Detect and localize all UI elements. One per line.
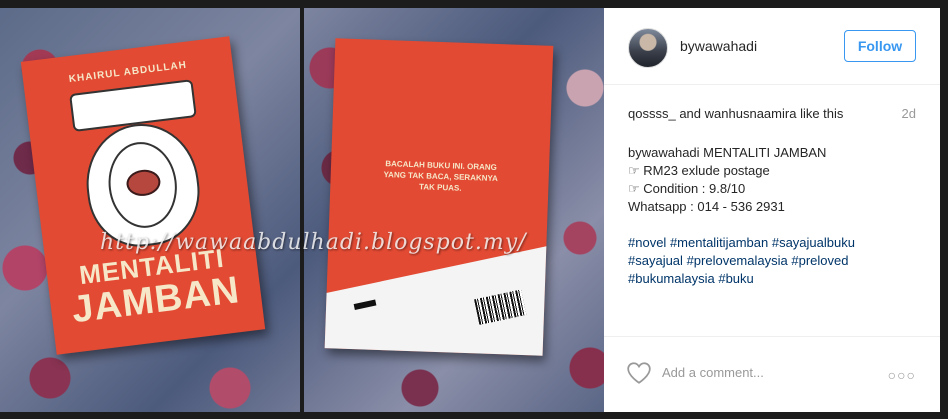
post-timestamp[interactable]: 2d xyxy=(902,106,916,121)
hashtag-link[interactable]: #sayajualbuku xyxy=(772,235,855,250)
comment-bar: Add a comment... ○○○ xyxy=(604,336,940,413)
liker-user1[interactable]: qossss_ xyxy=(628,106,676,121)
liker-user2[interactable]: wanhusnaamira xyxy=(705,106,797,121)
hashtag-link[interactable]: #buku xyxy=(718,271,753,286)
caption-title-line: bywawahadi MENTALITI JAMBAN xyxy=(628,144,918,162)
likes-suffix: like this xyxy=(800,106,844,121)
post-hashtags: #novel #mentalitijamban #sayajualbuku #s… xyxy=(628,234,918,288)
post-side-panel: bywawahadi Follow qossss_ and wanhusnaam… xyxy=(604,8,940,412)
hashtag-link[interactable]: #prelovemalaysia xyxy=(687,253,788,268)
photo-watermark: http://wawaabdulhadi.blogspot.my/ xyxy=(100,230,527,255)
hashtag-link[interactable]: #bukumalaysia xyxy=(628,271,715,286)
hashtag-line-2: #sayajual #prelovemalaysia #preloved xyxy=(628,252,918,270)
heart-outline-icon[interactable] xyxy=(626,361,652,385)
caption-title: MENTALITI JAMBAN xyxy=(703,145,827,160)
likes-joiner: and xyxy=(679,106,702,121)
hashtag-link[interactable]: #sayajual xyxy=(628,253,683,268)
caption-author[interactable]: bywawahadi xyxy=(628,145,700,160)
post-photo[interactable]: KHAIRUL ABDULLAH MENTALITI JAMBAN BACALA… xyxy=(0,8,604,412)
book-front-cover: KHAIRUL ABDULLAH MENTALITI JAMBAN xyxy=(20,36,266,355)
post-caption: bywawahadi MENTALITI JAMBAN ☞ RM23 exlud… xyxy=(628,144,918,216)
avatar[interactable] xyxy=(628,28,668,68)
book-back-blurb: BACALAH BUKU INI. ORANG YANG TAK BACA, S… xyxy=(383,159,499,193)
book-author: KHAIRUL ABDULLAH xyxy=(68,59,188,86)
hashtag-line-1: #novel #mentalitijamban #sayajualbuku xyxy=(628,234,918,252)
caption-price-line: ☞ RM23 exlude postage xyxy=(628,163,770,178)
comment-input[interactable]: Add a comment... xyxy=(662,365,764,380)
hashtag-link[interactable]: #novel xyxy=(628,235,666,250)
hashtag-line-3: #bukumalaysia #buku xyxy=(628,270,918,288)
caption-whatsapp-line: Whatsapp : 014 - 536 2931 xyxy=(628,199,785,214)
post-username[interactable]: bywawahadi xyxy=(680,38,757,54)
hashtag-link[interactable]: #preloved xyxy=(791,253,848,268)
book-back-cover: BACALAH BUKU INI. ORANG YANG TAK BACA, S… xyxy=(324,38,554,356)
caption-condition-line: ☞ Condition : 9.8/10 xyxy=(628,181,746,196)
toilet-bowl-inner xyxy=(103,138,182,232)
hashtag-link[interactable]: #mentalitijamban xyxy=(670,235,768,250)
post-header: bywawahadi Follow xyxy=(604,8,940,85)
photo-divider xyxy=(300,8,304,412)
brain-icon xyxy=(125,167,162,198)
likes-summary: qossss_ and wanhusnaamira like this xyxy=(628,106,843,121)
follow-button[interactable]: Follow xyxy=(844,30,916,62)
publisher-logo-icon xyxy=(353,299,381,328)
more-options-icon[interactable]: ○○○ xyxy=(888,367,916,383)
